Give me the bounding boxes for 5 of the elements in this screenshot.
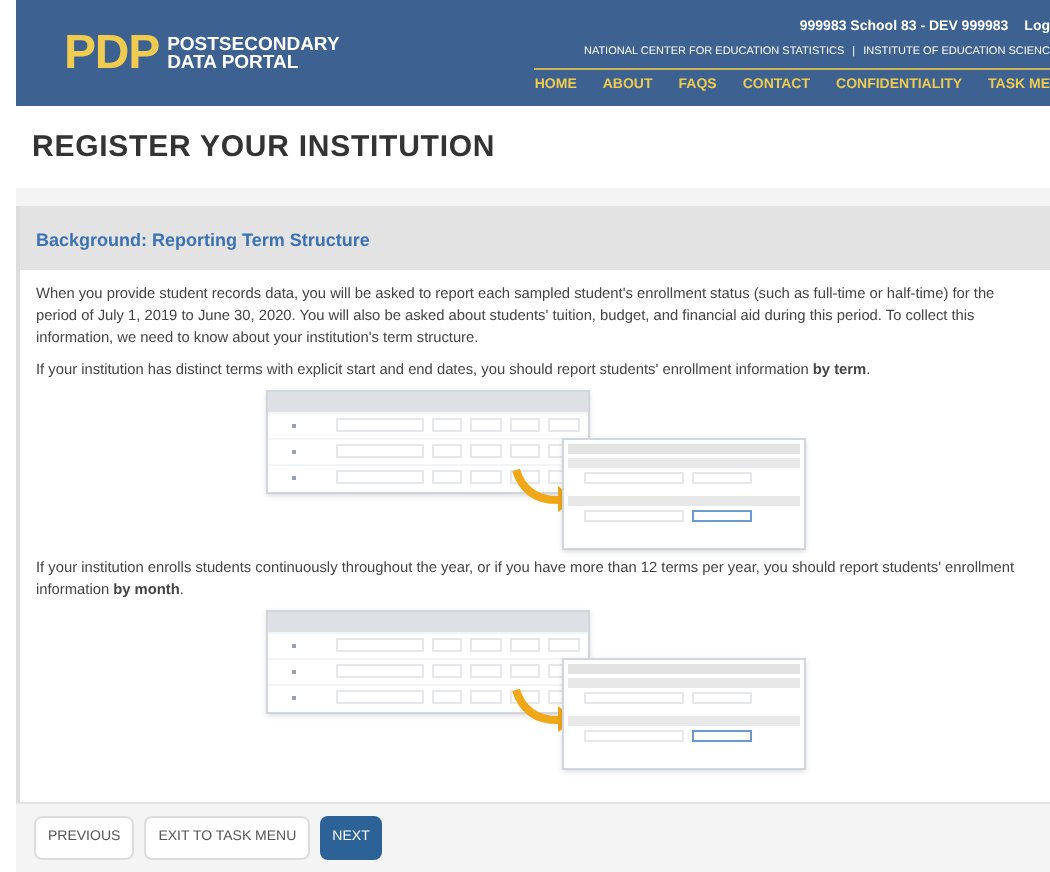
logo-text: DATA PORTAL [167, 53, 301, 71]
logo-text: POSTSECONDARY [167, 35, 340, 53]
page-title: REGISTER YOUR INSTITUTION [30, 128, 498, 168]
panel-title: Background: Reporting Term Structure [36, 229, 370, 249]
logo-mark: PDP [64, 29, 160, 77]
